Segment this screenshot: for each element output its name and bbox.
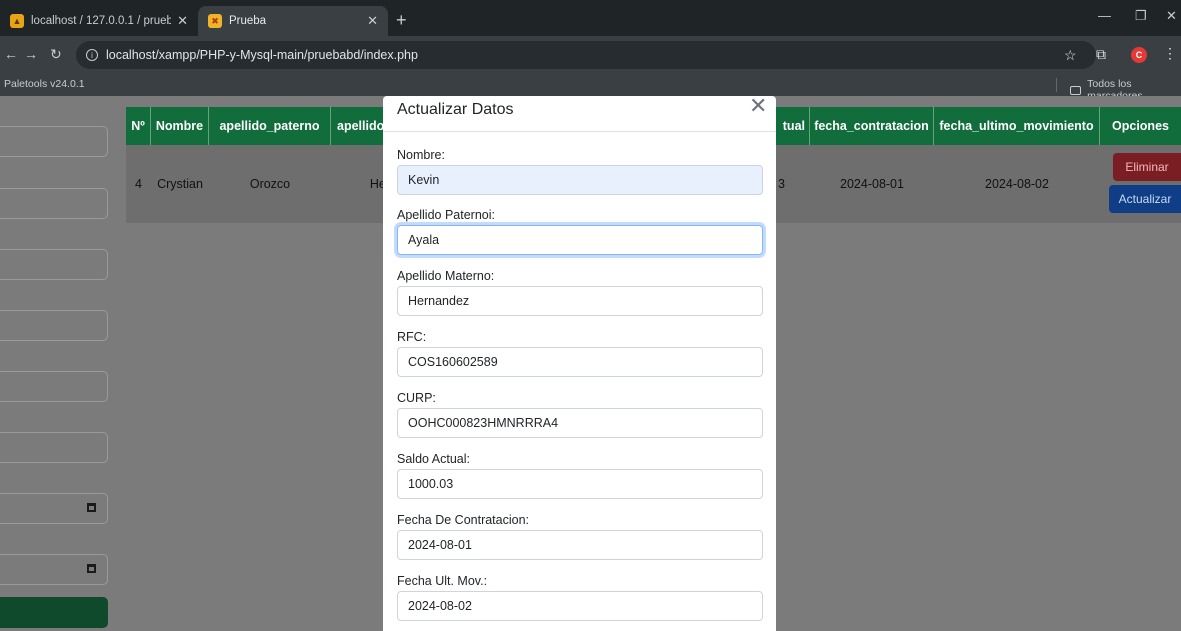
- fecha-contratacion-label: Fecha De Contratacion:: [397, 513, 530, 527]
- rfc-label: RFC:: [397, 330, 427, 344]
- modal-close-icon[interactable]: ✕: [749, 95, 767, 117]
- update-button[interactable]: Actualizar: [1109, 185, 1181, 213]
- th-n: Nº: [126, 107, 151, 145]
- profile-avatar[interactable]: C: [1131, 47, 1147, 63]
- th-fecha-contratacion: fecha_contratacion: [810, 107, 934, 145]
- site-info-icon[interactable]: i: [86, 49, 98, 61]
- tab-prueba[interactable]: ✖ Prueba ✕: [198, 6, 388, 36]
- form-field-1[interactable]: [0, 126, 108, 157]
- folder-icon: [1070, 85, 1082, 95]
- modal-title: Actualizar Datos: [397, 101, 514, 118]
- nombre-label: Nombre:: [397, 148, 445, 162]
- nombre-input[interactable]: [397, 165, 763, 195]
- cell-saldo-actual: 3: [778, 177, 785, 191]
- bookmark-paletools[interactable]: Paletools v24.0.1: [4, 78, 85, 90]
- minimize-icon[interactable]: —: [1098, 8, 1111, 23]
- phpmyadmin-favicon-icon: ▲: [10, 14, 24, 28]
- fecha-contratacion-input[interactable]: [397, 530, 763, 560]
- tab-close-icon[interactable]: ✕: [177, 13, 188, 29]
- back-icon[interactable]: ←: [4, 46, 18, 62]
- window-close-icon[interactable]: ✕: [1166, 8, 1177, 24]
- browser-tab-bar: ▲ localhost / 127.0.0.1 / pruebabd ✕ ✖ P…: [0, 0, 1181, 36]
- apellido-materno-input[interactable]: [397, 286, 763, 316]
- th-apellido-paterno: apellido_paterno: [209, 107, 331, 145]
- form-field-5[interactable]: [0, 371, 108, 402]
- update-modal: Actualizar Datos ✕ Nombre: Apellido Pate…: [383, 95, 776, 631]
- curp-input[interactable]: [397, 408, 763, 438]
- restore-icon[interactable]: ❐: [1135, 8, 1147, 24]
- url-text: localhost/xampp/PHP-y-Mysql-main/pruebab…: [106, 48, 418, 62]
- tab-label: localhost / 127.0.0.1 / pruebabd: [31, 15, 172, 27]
- browser-menu-icon[interactable]: ⋮: [1163, 45, 1177, 62]
- form-field-6[interactable]: [0, 432, 108, 463]
- form-field-3[interactable]: [0, 249, 108, 280]
- fecha-ult-mov-label: Fecha Ult. Mov.:: [397, 574, 488, 588]
- address-bar-row: ← → ↻ i localhost/xampp/PHP-y-Mysql-main…: [0, 36, 1181, 74]
- rfc-input[interactable]: [397, 347, 763, 377]
- forward-icon[interactable]: →: [24, 46, 38, 62]
- reload-icon[interactable]: ↻: [50, 46, 62, 63]
- th-nombre: Nombre: [151, 107, 209, 145]
- url-omnibox[interactable]: i localhost/xampp/PHP-y-Mysql-main/prueb…: [76, 41, 1096, 69]
- bookmarks-bar: Paletools v24.0.1 Todos los marcadores: [0, 74, 1181, 102]
- tab-label: Prueba: [229, 15, 267, 27]
- saldo-actual-input[interactable]: [397, 469, 763, 499]
- fecha-ult-mov-input[interactable]: [397, 591, 763, 621]
- th-saldo-actual: tual: [776, 107, 810, 145]
- cell-n: 4: [135, 177, 142, 191]
- tab-close-icon[interactable]: ✕: [367, 13, 378, 29]
- apellido-paterno-label: Apellido Paternoi:: [397, 208, 495, 222]
- form-field-4[interactable]: [0, 310, 108, 341]
- form-field-2[interactable]: [0, 188, 108, 219]
- bookmarks-divider: [1056, 78, 1057, 92]
- modal-header: Actualizar Datos ✕: [383, 95, 776, 132]
- apellido-paterno-input[interactable]: [397, 225, 763, 255]
- th-fecha-ultimo-movimiento: fecha_ultimo_movimiento: [934, 107, 1100, 145]
- date-field-1[interactable]: [0, 493, 108, 524]
- calendar-icon[interactable]: [87, 564, 96, 573]
- curp-label: CURP:: [397, 391, 436, 405]
- apellido-materno-label: Apellido Materno:: [397, 269, 495, 283]
- cell-fecha-ultimo-movimiento: 2024-08-02: [985, 177, 1049, 191]
- bookmark-star-icon[interactable]: ☆: [1064, 47, 1077, 64]
- th-opciones: Opciones: [1112, 119, 1169, 133]
- new-tab-button[interactable]: +: [396, 10, 407, 31]
- delete-button[interactable]: Eliminar: [1113, 153, 1181, 181]
- cell-nombre: Crystian: [157, 177, 203, 191]
- cell-fecha-contratacion: 2024-08-01: [840, 177, 904, 191]
- cell-apellido-paterno: Orozco: [249, 177, 291, 191]
- calendar-icon[interactable]: [87, 503, 96, 512]
- xampp-favicon-icon: ✖: [208, 14, 222, 28]
- submit-button[interactable]: [0, 597, 108, 628]
- saldo-actual-label: Saldo Actual:: [397, 452, 470, 466]
- date-field-2[interactable]: [0, 554, 108, 585]
- tab-phpmyadmin[interactable]: ▲ localhost / 127.0.0.1 / pruebabd ✕: [0, 6, 198, 36]
- extensions-icon[interactable]: ⧉: [1096, 46, 1106, 63]
